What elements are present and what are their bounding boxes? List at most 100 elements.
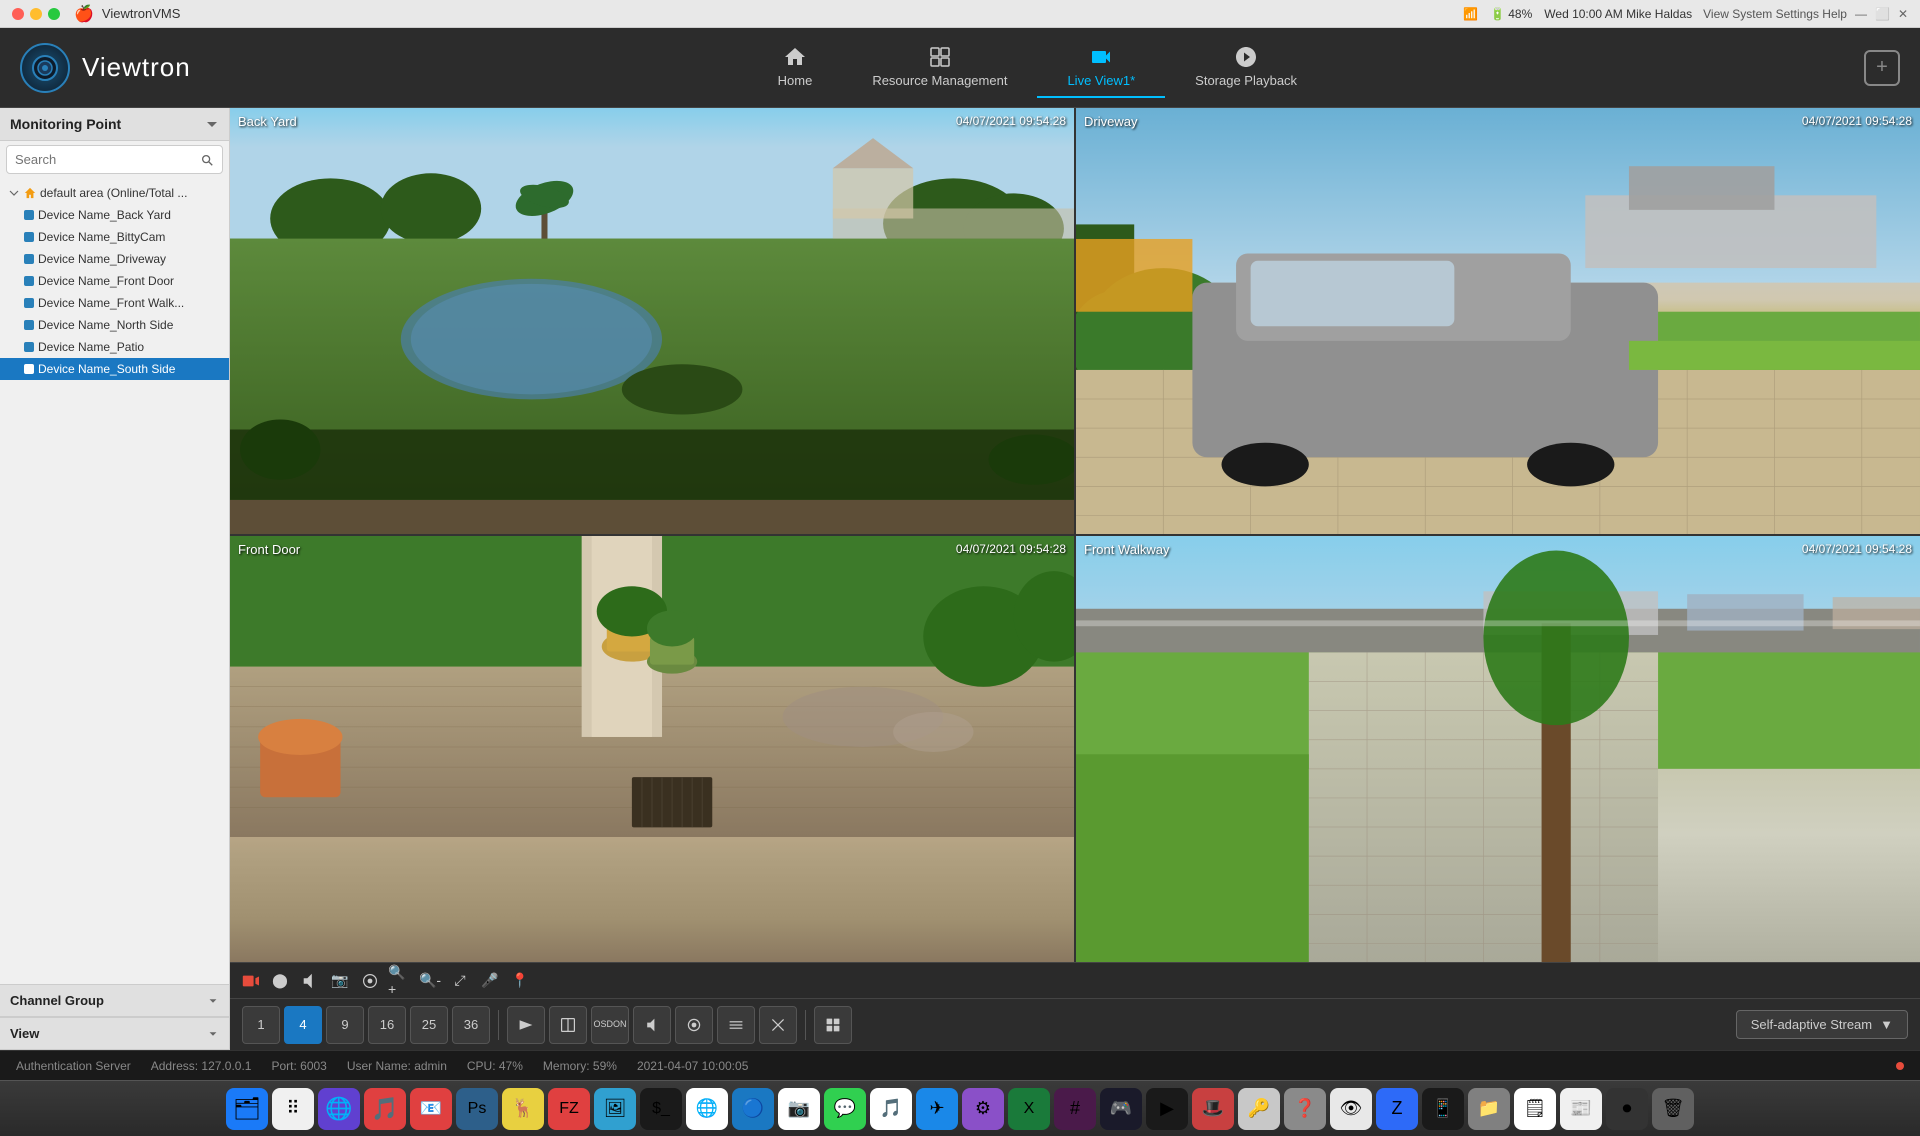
dock-news[interactable]: 📰 — [1560, 1088, 1602, 1130]
nav-label-resource: Resource Management — [872, 73, 1007, 88]
dock-photos[interactable]: 📷 — [778, 1088, 820, 1130]
dock-iina[interactable]: ▶ — [1146, 1088, 1188, 1130]
camera-label-back-yard: Back Yard — [238, 114, 297, 129]
device-item-north-side[interactable]: Device Name_North Side — [0, 314, 229, 336]
nav-item-storage[interactable]: Storage Playback — [1165, 37, 1327, 98]
device-item-patio[interactable]: Device Name_Patio — [0, 336, 229, 358]
view-9-button[interactable]: 9 — [326, 1006, 364, 1044]
device-item-front-door[interactable]: Device Name_Front Door — [0, 270, 229, 292]
dock-ps[interactable]: Ps — [456, 1088, 498, 1130]
dock-terminal[interactable]: $_ — [640, 1088, 682, 1130]
location-icon[interactable]: 📍 — [508, 969, 532, 993]
dock-alfred[interactable]: 🎩 — [1192, 1088, 1234, 1130]
dock-zoom[interactable]: Z — [1376, 1088, 1418, 1130]
sequence-btn[interactable] — [507, 1006, 545, 1044]
dock-screenrecord[interactable]: ⏺ — [1606, 1088, 1648, 1130]
auth-server-label: Authentication Server — [16, 1059, 131, 1073]
collapse-icon[interactable] — [205, 117, 219, 131]
dock-preview[interactable]: 👁 — [1330, 1088, 1372, 1130]
device-item-bitty-cam[interactable]: Device Name_BittyCam — [0, 226, 229, 248]
nav-label-home: Home — [778, 73, 813, 88]
dock-messages[interactable]: 💬 — [824, 1088, 866, 1130]
channel-group-header[interactable]: Channel Group — [0, 985, 229, 1017]
dock-finder2[interactable]: 📁 — [1468, 1088, 1510, 1130]
dock-excel[interactable]: X — [1008, 1088, 1050, 1130]
dock-reminders[interactable]: 🗒 — [1514, 1088, 1556, 1130]
dock-keychain[interactable]: 🔑 — [1238, 1088, 1280, 1130]
view-16-button[interactable]: 16 — [368, 1006, 406, 1044]
dock-launchpad[interactable]: ⠿ — [272, 1088, 314, 1130]
mac-fullscreen-dot[interactable] — [48, 8, 60, 20]
stream-selector[interactable]: Self-adaptive Stream ▼ — [1736, 1010, 1908, 1039]
snapshot-circle-icon[interactable]: ⬤ — [268, 969, 292, 993]
device-item-front-walk[interactable]: Device Name_Front Walk... — [0, 292, 229, 314]
dock-spark[interactable]: 📧 — [410, 1088, 452, 1130]
mic-icon[interactable]: 🎤 — [478, 969, 502, 993]
dock-icon-blue[interactable]: 🔵 — [732, 1088, 774, 1130]
camera-cell-driveway[interactable]: Driveway 04/07/2021 09:54:28 — [1076, 108, 1920, 534]
restore-window-btn[interactable]: ⬜ — [1875, 7, 1890, 21]
device-label: Device Name_North Side — [38, 318, 173, 332]
dock-steam[interactable]: 🎮 — [1100, 1088, 1142, 1130]
fullscreen-icon[interactable]: ⤢ — [448, 969, 472, 993]
nav-item-home[interactable]: Home — [748, 37, 843, 98]
mac-close-dot[interactable] — [12, 8, 24, 20]
view-1-button[interactable]: 1 — [242, 1006, 280, 1044]
search-input[interactable] — [15, 152, 200, 167]
cam-status-dot — [24, 342, 34, 352]
nav-item-live[interactable]: Live View1* — [1037, 37, 1165, 98]
grid-ctrl-btn[interactable] — [717, 1006, 755, 1044]
view-4-button[interactable]: 4 — [284, 1006, 322, 1044]
view-25-button[interactable]: 25 — [410, 1006, 448, 1044]
nav-item-resource[interactable]: Resource Management — [842, 37, 1037, 98]
device-item-south-side[interactable]: Device Name_South Side — [0, 358, 229, 380]
close-window-btn[interactable]: ✕ — [1898, 7, 1908, 21]
camera-area: Back Yard 04/07/2021 09:54:28 — [230, 108, 1920, 1050]
dock-slack[interactable]: # — [1054, 1088, 1096, 1130]
nav-label-live: Live View1* — [1067, 73, 1135, 88]
zoom-out-icon[interactable]: 🔍- — [418, 969, 442, 993]
camera-grid: Back Yard 04/07/2021 09:54:28 — [230, 108, 1920, 962]
record-icon[interactable] — [238, 969, 262, 993]
audio-ctrl-btn[interactable] — [633, 1006, 671, 1044]
minimize-window-btn[interactable]: — — [1855, 7, 1867, 21]
device-label: Device Name_South Side — [38, 362, 175, 376]
dock-imagewell[interactable]: 🖼 — [594, 1088, 636, 1130]
tree-root-node[interactable]: default area (Online/Total ... — [0, 182, 229, 204]
view-header[interactable]: View — [0, 1017, 229, 1050]
audio-icon[interactable] — [298, 969, 322, 993]
dock-iphonemirroring[interactable]: 📱 — [1422, 1088, 1464, 1130]
search-box[interactable] — [6, 145, 223, 174]
dock-trash[interactable]: 🗑 — [1652, 1088, 1694, 1130]
dock-system[interactable]: ⚙ — [962, 1088, 1004, 1130]
camera-toolbar: ⬤ 📷 🔍+ 🔍- ⤢ 🎤 📍 — [230, 962, 1920, 998]
mac-minimize-dot[interactable] — [30, 8, 42, 20]
device-item-back-yard[interactable]: Device Name_Back Yard — [0, 204, 229, 226]
dock-chrome[interactable]: 🌐 — [686, 1088, 728, 1130]
datetime-status: 2021-04-07 10:00:05 — [637, 1059, 748, 1073]
close-all-btn[interactable] — [759, 1006, 797, 1044]
dock-testflight[interactable]: ✈ — [916, 1088, 958, 1130]
save-layout-btn[interactable] — [814, 1006, 852, 1044]
mac-window-dots — [12, 8, 60, 20]
camera-snapshot-icon[interactable]: 📷 — [328, 969, 352, 993]
dock-deer[interactable]: 🦌 — [502, 1088, 544, 1130]
dock-scrobbles[interactable]: 🎵 — [364, 1088, 406, 1130]
nav-add-button[interactable]: + — [1864, 50, 1900, 86]
camera-cell-front-walkway[interactable]: Front Walkway 04/07/2021 09:54:28 — [1076, 536, 1920, 962]
cam-status-dot — [24, 210, 34, 220]
record-ctrl-btn[interactable] — [675, 1006, 713, 1044]
dock-help[interactable]: ❓ — [1284, 1088, 1326, 1130]
zoom-in-icon[interactable]: 🔍+ — [388, 969, 412, 993]
device-item-driveway[interactable]: Device Name_Driveway — [0, 248, 229, 270]
ptz-icon[interactable] — [358, 969, 382, 993]
dock-itunes[interactable]: 🎵 — [870, 1088, 912, 1130]
dock-arc[interactable]: 🌐 — [318, 1088, 360, 1130]
camera-cell-front-door[interactable]: Front Door 04/07/2021 09:54:28 — [230, 536, 1074, 962]
dock-ftp[interactable]: FZ — [548, 1088, 590, 1130]
osd-btn[interactable]: OSDON — [591, 1006, 629, 1044]
view-36-button[interactable]: 36 — [452, 1006, 490, 1044]
split-btn[interactable] — [549, 1006, 587, 1044]
camera-cell-back-yard[interactable]: Back Yard 04/07/2021 09:54:28 — [230, 108, 1074, 534]
dock-finder[interactable]: 🗂 — [226, 1088, 268, 1130]
